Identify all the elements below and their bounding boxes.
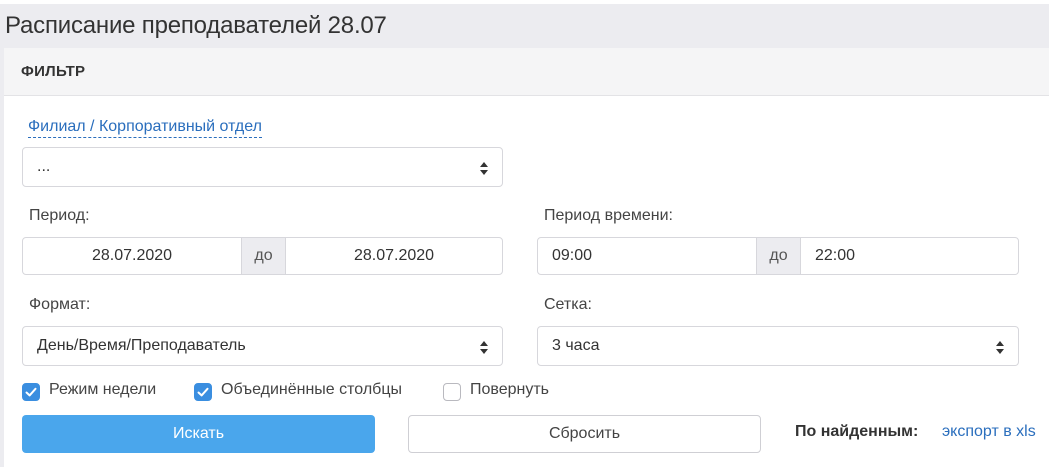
format-select[interactable]: День/Время/Преподаватель [22, 326, 503, 366]
check-icon [194, 383, 212, 401]
week-mode-label: Режим недели [49, 381, 157, 398]
time-to-input[interactable]: 22:00 [815, 238, 1015, 274]
time-from-input[interactable]: 09:00 [552, 238, 754, 274]
title-bar: Расписание преподавателей 28.07 [0, 0, 1049, 48]
filter-panel-header: ФИЛЬТР [4, 48, 1049, 96]
format-select-value: День/Время/Преподаватель [37, 337, 246, 354]
page: Расписание преподавателей 28.07 ФИЛЬТР Ф… [0, 0, 1049, 467]
export-xls-link[interactable]: экспорт в xls [942, 423, 1036, 441]
found-label: По найденным: [795, 423, 919, 440]
sort-arrows-icon [996, 341, 1004, 354]
time-period-label: Период времени: [544, 207, 673, 224]
period-separator: до [241, 238, 286, 274]
period-range: 28.07.2020 до 28.07.2020 [22, 237, 503, 275]
rotate-checkbox[interactable]: Повернуть [443, 381, 573, 403]
grid-label: Сетка: [544, 296, 592, 313]
page-title: Расписание преподавателей 28.07 [5, 12, 387, 39]
sort-arrows-icon [480, 341, 488, 354]
time-separator: до [756, 238, 801, 274]
check-icon [22, 383, 40, 401]
week-mode-checkbox[interactable]: Режим недели [22, 381, 182, 403]
period-to-input[interactable]: 28.07.2020 [286, 238, 502, 274]
grid-select[interactable]: 3 часа [537, 326, 1019, 366]
merged-columns-label: Объединённые столбцы [221, 381, 403, 398]
branch-select-value: ... [37, 158, 51, 175]
format-label: Формат: [29, 296, 91, 313]
time-period-range: 09:00 до 22:00 [537, 237, 1019, 275]
branch-label-link[interactable]: Филиал / Корпоративный отдел [28, 117, 262, 138]
rotate-label: Повернуть [470, 381, 550, 398]
filter-title: ФИЛЬТР [21, 63, 86, 80]
sort-arrows-icon [480, 162, 488, 175]
period-from-input[interactable]: 28.07.2020 [23, 238, 241, 274]
filter-panel: ФИЛЬТР Филиал / Корпоративный отдел ... … [4, 48, 1049, 467]
branch-select[interactable]: ... [22, 147, 503, 187]
merged-columns-checkbox[interactable]: Объединённые столбцы [194, 381, 424, 403]
reset-button[interactable]: Сбросить [408, 415, 761, 453]
grid-select-value: 3 часа [552, 337, 600, 354]
period-label: Период: [29, 207, 90, 224]
checkbox-box-icon [443, 383, 461, 401]
search-button[interactable]: Искать [22, 415, 375, 453]
